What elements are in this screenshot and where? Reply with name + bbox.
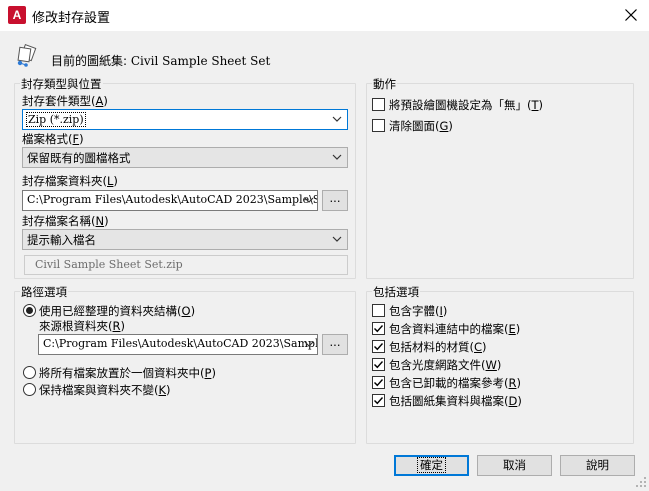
actions-checkbox-purge[interactable] [372, 119, 385, 132]
ok-button[interactable]: 確定 [394, 455, 469, 476]
organized-structure-radio[interactable] [23, 304, 36, 317]
actions-group-title: 動作 [372, 76, 397, 92]
single-folder-label[interactable]: 將所有檔案放置於一個資料夾中(P) [39, 365, 216, 381]
single-folder-radio[interactable] [23, 366, 36, 379]
current-sheet-set-name: Civil Sample Sheet Set [130, 54, 271, 68]
archive-name-dropdown[interactable]: 提示輸入檔名 [22, 229, 348, 250]
actions-label-plotter-none[interactable]: 將預設繪圖機設定為「無」(T) [389, 97, 543, 113]
source-root-browse-button[interactable]: ... [322, 334, 348, 355]
archive-name-label: 封存檔案名稱(N) [22, 214, 109, 228]
checkmark-icon [374, 343, 384, 351]
include-label-fonts[interactable]: 包含字體(I) [389, 303, 447, 319]
organized-structure-label[interactable]: 使用已經整理的資料夾結構(O) [39, 303, 195, 319]
cancel-button[interactable]: 取消 [477, 455, 552, 476]
include-options-group-title: 包括選項 [372, 284, 420, 300]
archive-folder-label: 封存檔案資料夾(L) [22, 174, 118, 188]
chevron-down-icon [332, 152, 342, 162]
include-checkbox-photometric[interactable] [372, 358, 385, 371]
archive-filename-preview: Civil Sample Sheet Set.zip [24, 255, 348, 275]
current-sheet-set: 目前的圖紙集: Civil Sample Sheet Set [51, 52, 270, 69]
actions-label-purge[interactable]: 清除圖面(G) [389, 118, 453, 134]
checkmark-icon [374, 397, 384, 405]
window-title: 修改封存設置 [32, 11, 111, 26]
include-checkbox-fonts[interactable] [372, 304, 385, 317]
checkmark-icon [374, 325, 384, 333]
include-checkbox-unloaded-xrefs[interactable] [372, 376, 385, 389]
package-type-label: 封存套件類型(A) [22, 94, 108, 108]
close-button[interactable] [616, 2, 646, 29]
autocad-app-icon: A [8, 6, 26, 24]
include-label-sheet-set-data[interactable]: 包括圖紙集資料與檔案(D) [389, 393, 522, 409]
keep-structure-label[interactable]: 保持檔案與資料夾不變(K) [39, 382, 171, 398]
chevron-down-icon [332, 234, 342, 244]
source-root-input[interactable]: C:\Program Files\Autodesk\AutoCAD 2023\S… [38, 334, 318, 355]
file-format-label: 檔案格式(F) [22, 132, 84, 146]
path-options-group-title: 路徑選項 [20, 284, 68, 300]
keep-structure-radio[interactable] [23, 383, 36, 396]
include-checkbox-sheet-set-data[interactable] [372, 394, 385, 407]
file-format-value: 保留既有的圖檔格式 [27, 151, 131, 165]
chevron-down-icon [304, 339, 314, 349]
close-icon [625, 9, 637, 21]
include-checkbox-materials[interactable] [372, 340, 385, 353]
checkmark-icon [374, 361, 384, 369]
actions-checkbox-plotter-none[interactable] [372, 98, 385, 111]
include-label-photometric[interactable]: 包含光度網路文件(W) [389, 357, 501, 373]
include-label-data-links[interactable]: 包含資料連結中的檔案(E) [389, 321, 520, 337]
help-button[interactable]: 說明 [560, 455, 635, 476]
resize-grip-icon[interactable] [635, 476, 647, 488]
chevron-down-icon [332, 114, 342, 124]
sheet-set-icon [14, 44, 38, 68]
checkmark-icon [374, 379, 384, 387]
svg-text:A: A [13, 8, 22, 22]
archive-folder-input[interactable]: C:\Program Files\Autodesk\AutoCAD 2023\S… [22, 190, 318, 211]
file-format-dropdown[interactable]: 保留既有的圖檔格式 [22, 147, 348, 168]
include-checkbox-data-links[interactable] [372, 322, 385, 335]
include-label-unloaded-xrefs[interactable]: 包含已卸載的檔案參考(R) [389, 375, 521, 391]
package-type-dropdown[interactable]: Zip (*.zip) [22, 109, 348, 130]
include-label-materials[interactable]: 包括材料的材質(C) [389, 339, 487, 355]
archive-name-value: 提示輸入檔名 [27, 233, 96, 247]
source-root-label: 來源根資料夾(R) [39, 319, 125, 333]
radio-selected-dot [26, 307, 33, 314]
package-type-value: Zip (*.zip) [26, 112, 86, 127]
current-sheet-set-label: 目前的圖紙集: [51, 54, 128, 68]
archive-folder-browse-button[interactable]: ... [322, 190, 348, 211]
archive-type-group-title: 封存類型與位置 [20, 76, 103, 92]
chevron-down-icon [304, 195, 314, 205]
